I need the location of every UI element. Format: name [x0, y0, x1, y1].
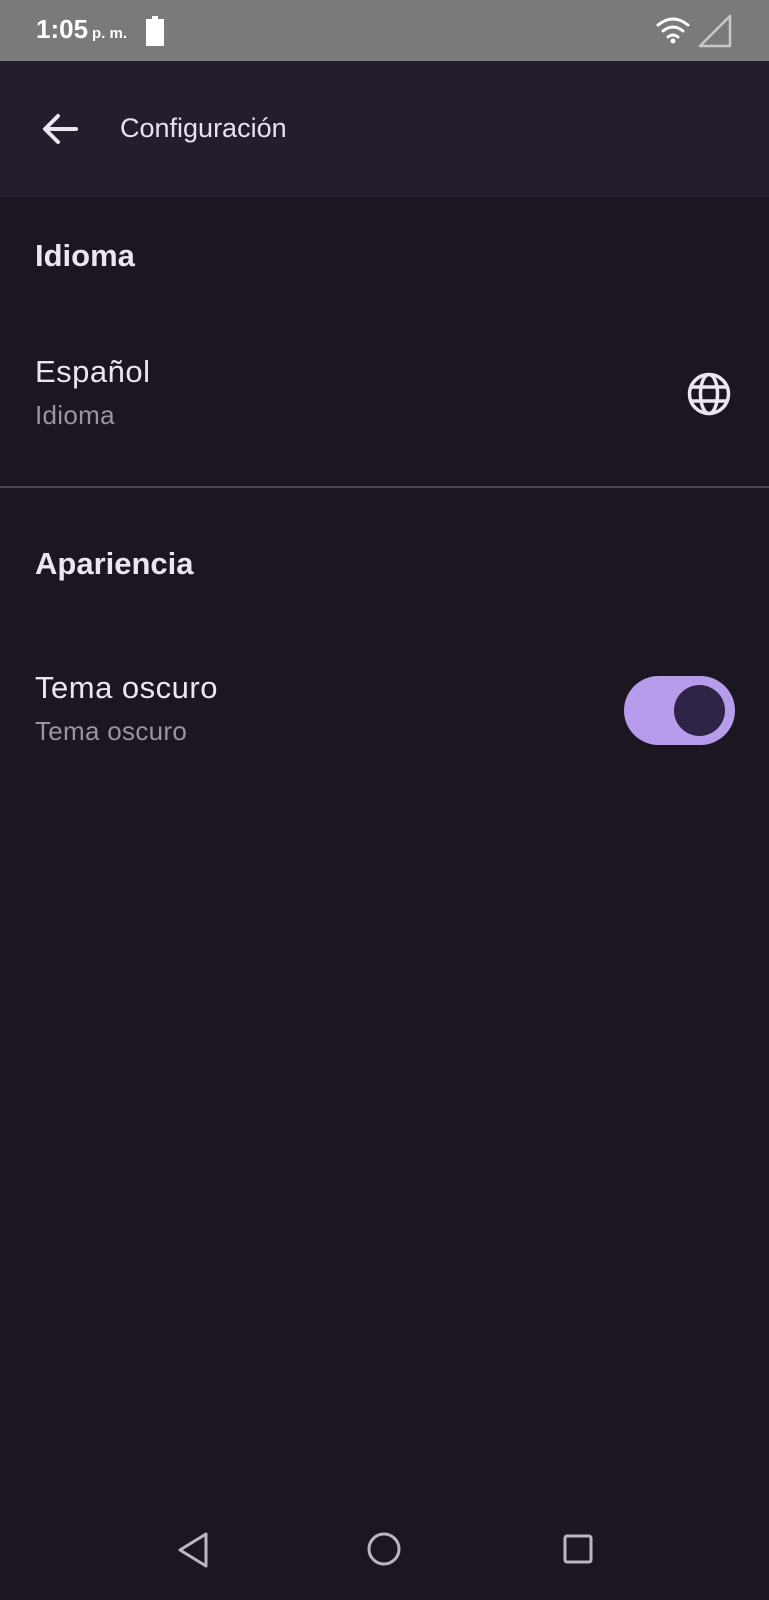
- nav-home-icon[interactable]: [366, 1531, 402, 1567]
- toggle-thumb: [674, 685, 725, 736]
- system-nav-bar: [0, 1500, 769, 1600]
- status-ampm: p. m.: [92, 25, 128, 42]
- back-button[interactable]: [36, 105, 84, 153]
- nav-back-icon[interactable]: [175, 1530, 211, 1570]
- language-item-title: Español: [35, 354, 151, 389]
- battery-icon: [146, 16, 164, 46]
- dark-theme-item-title: Tema oscuro: [35, 670, 218, 705]
- language-setting-item[interactable]: Español Idioma: [0, 330, 769, 460]
- section-header-language: Idioma: [35, 238, 135, 273]
- status-time: 1:05: [36, 14, 89, 44]
- wifi-icon: [656, 17, 690, 44]
- arrow-back-icon: [43, 114, 78, 144]
- settings-screen: 1:05 p. m. Configuración Idioma Español …: [0, 0, 769, 1600]
- language-item-subtitle: Idioma: [35, 400, 115, 430]
- section-header-appearance: Apariencia: [35, 546, 194, 581]
- page-title: Configuración: [120, 113, 287, 143]
- dark-theme-toggle[interactable]: [624, 676, 735, 745]
- section-divider: [0, 486, 769, 488]
- dark-theme-item-subtitle: Tema oscuro: [35, 716, 188, 746]
- signal-icon: [698, 14, 732, 48]
- app-bar: Configuración: [0, 61, 769, 197]
- globe-icon: [687, 372, 731, 416]
- status-bar: 1:05 p. m.: [0, 0, 769, 61]
- nav-recents-icon[interactable]: [562, 1533, 594, 1565]
